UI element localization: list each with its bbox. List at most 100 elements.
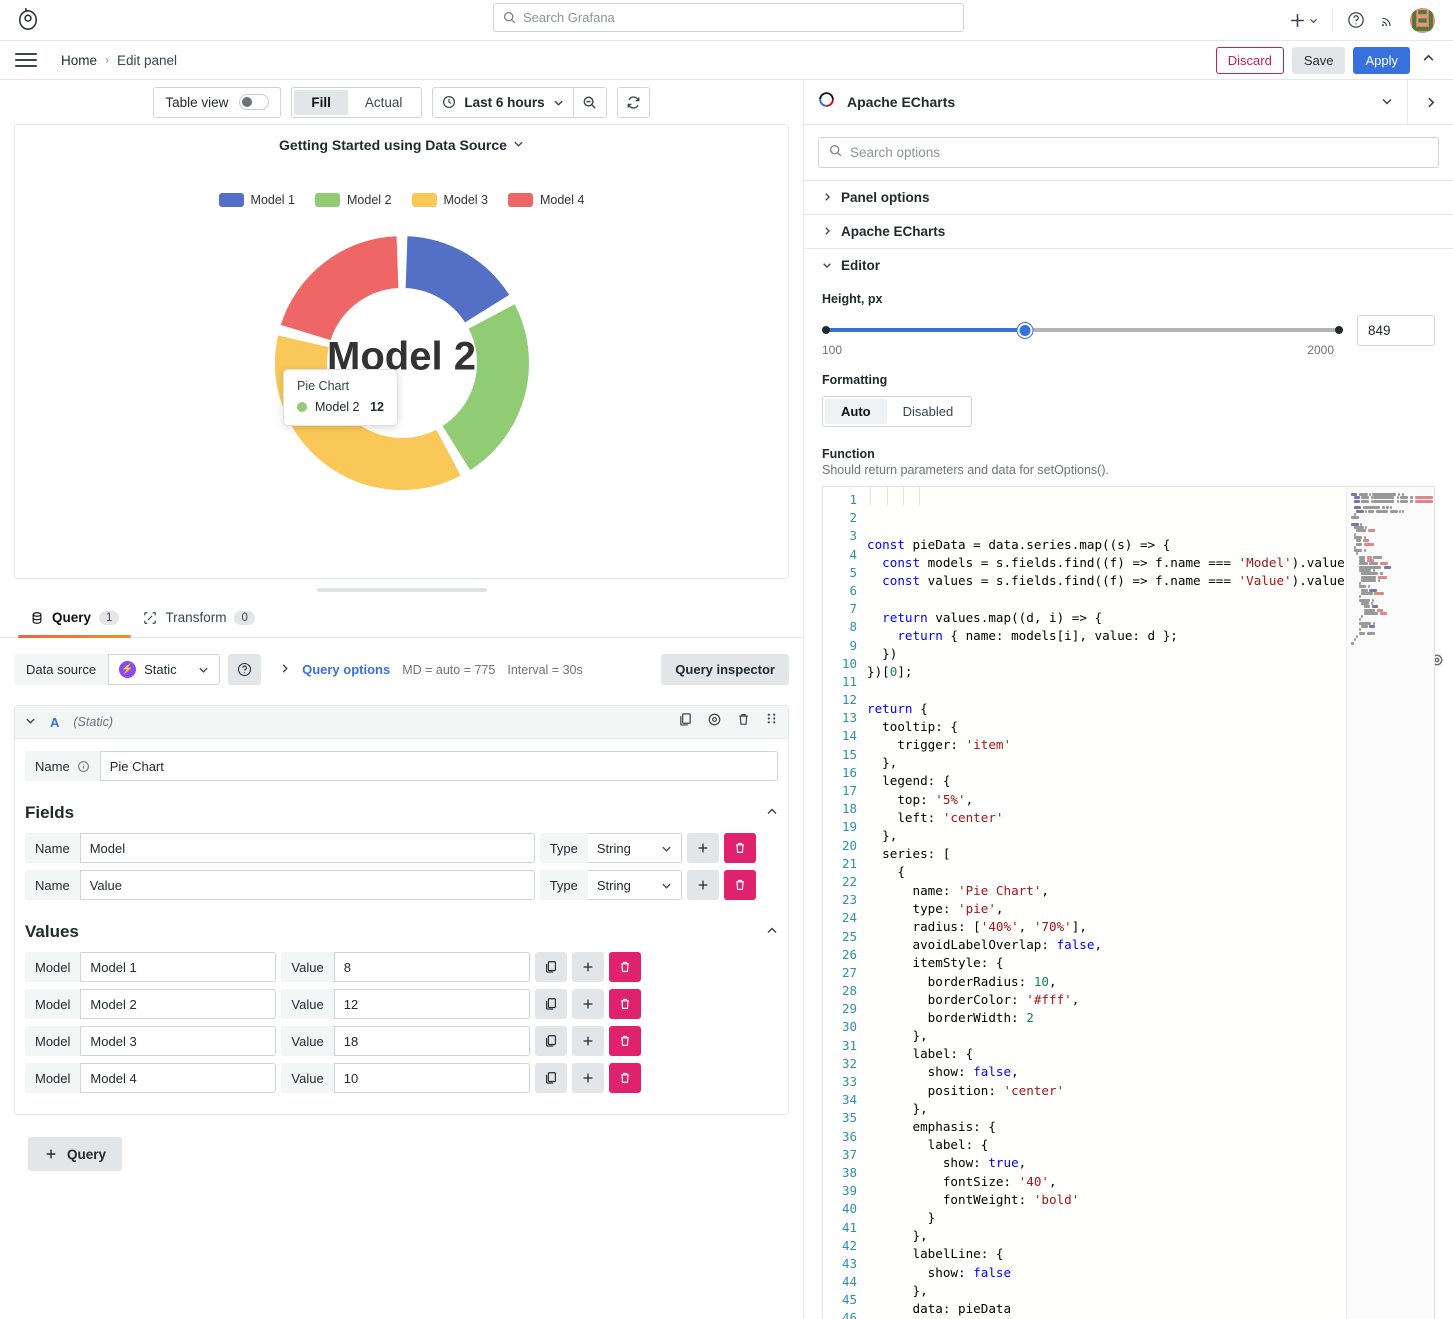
height-slider[interactable] [822,318,1343,344]
tab-transform[interactable]: Transform 0 [131,598,266,637]
code-content[interactable]: const pieData = data.series.map((s) => {… [867,487,1346,1319]
code-line[interactable]: data: pieData [867,1300,1346,1318]
close-options-pane-icon[interactable] [1407,80,1453,124]
add-value-button[interactable] [572,952,604,982]
search-box[interactable] [493,3,964,32]
code-line[interactable]: fontWeight: 'bold' [867,1191,1346,1209]
code-line[interactable]: return { [867,700,1346,718]
value-model-input[interactable] [80,1063,276,1093]
code-line[interactable]: emphasis: { [867,1118,1346,1136]
code-line[interactable]: })[0]; [867,663,1346,681]
pie-slice[interactable] [441,303,530,472]
code-line[interactable]: radius: ['40%', '70%'], [867,918,1346,936]
delete-value-button[interactable] [609,1063,641,1093]
value-value-input[interactable] [334,952,530,982]
options-search[interactable] [804,125,1453,181]
query-name-input[interactable] [100,751,778,781]
code-line[interactable]: }) [867,645,1346,663]
field-type-select[interactable]: String [588,833,682,863]
code-line[interactable]: legend: { [867,772,1346,790]
delete-query-icon[interactable] [736,712,751,732]
add-query-button[interactable]: Query [28,1137,122,1171]
collapse-header-icon[interactable] [1418,52,1439,68]
collapse-query-icon[interactable] [25,713,36,731]
grafana-logo-icon[interactable] [0,8,56,32]
code-line[interactable]: top: '5%', [867,791,1346,809]
collapse-fields-icon[interactable] [766,806,778,821]
code-line[interactable]: }, [867,754,1346,772]
panel-resize-handle[interactable] [317,588,487,592]
query-inspector-button[interactable]: Query inspector [661,654,789,685]
search-input[interactable] [523,10,954,25]
change-visualization-icon[interactable] [1367,95,1407,110]
code-line[interactable]: }, [867,1227,1346,1245]
fit-actual-option[interactable]: Actual [348,90,420,115]
delete-field-button[interactable] [724,870,756,900]
code-line[interactable]: }, [867,1100,1346,1118]
table-view-toggle[interactable]: Table view [153,87,281,118]
legend-item[interactable]: Model 3 [412,193,488,207]
code-line[interactable]: const models = s.fields.find((f) => f.na… [867,554,1346,572]
time-range-picker[interactable]: Last 6 hours [432,87,573,118]
data-source-picker[interactable]: ⚡ Static [108,654,220,685]
avatar[interactable] [1410,8,1435,33]
code-line[interactable]: borderColor: '#fff', [867,991,1346,1009]
formatting-auto-option[interactable]: Auto [825,399,887,424]
refresh-button[interactable] [617,87,650,118]
global-search[interactable] [493,3,964,32]
legend-item[interactable]: Model 1 [219,193,295,207]
create-new-button[interactable] [1289,12,1318,29]
code-editor[interactable]: 1234567891011121314151617181920212223242… [822,486,1435,1319]
value-model-input[interactable] [80,1026,276,1056]
code-line[interactable]: label: { [867,1136,1346,1154]
value-value-input[interactable] [334,1063,530,1093]
code-line[interactable]: const values = s.fields.find((f) => f.na… [867,572,1346,590]
drag-query-handle-icon[interactable] [765,712,778,732]
pie-slice[interactable] [404,235,510,324]
duplicate-value-button[interactable] [535,1026,567,1056]
options-search-input[interactable] [850,145,1428,160]
zoom-out-time-button[interactable] [574,87,607,118]
pie-slice[interactable] [279,235,399,341]
add-value-button[interactable] [572,989,604,1019]
field-name-input[interactable] [80,833,535,863]
code-minimap[interactable] [1346,487,1434,1319]
delete-value-button[interactable] [609,1026,641,1056]
legend-item[interactable]: Model 4 [508,193,584,207]
panel-title[interactable]: Getting Started using Data Source [15,125,788,153]
code-line[interactable]: itemStyle: { [867,954,1346,972]
code-line[interactable] [867,682,1346,700]
formatting-disabled-option[interactable]: Disabled [887,399,970,424]
code-line[interactable]: labelLine: { [867,1245,1346,1263]
code-line[interactable]: const pieData = data.series.map((s) => { [867,536,1346,554]
code-line[interactable]: left: 'center' [867,809,1346,827]
value-model-input[interactable] [80,989,276,1019]
breadcrumb-home[interactable]: Home [61,53,97,68]
fit-fill-option[interactable]: Fill [294,90,348,115]
delete-value-button[interactable] [609,989,641,1019]
add-value-button[interactable] [572,1026,604,1056]
chevron-right-icon[interactable] [279,663,290,677]
code-line[interactable]: type: 'pie', [867,900,1346,918]
value-value-input[interactable] [334,1026,530,1056]
add-field-button[interactable] [687,870,719,900]
toggle-query-visibility-icon[interactable] [707,712,722,732]
editor-header[interactable]: Editor [804,249,1453,282]
menu-toggle-icon[interactable] [15,53,37,67]
help-circle-icon[interactable] [1347,11,1365,29]
apache-echarts-header[interactable]: Apache ECharts [804,215,1453,248]
table-view-switch[interactable] [239,94,269,110]
add-field-button[interactable] [687,833,719,863]
apply-button[interactable]: Apply [1353,47,1410,74]
code-line[interactable]: } [867,1209,1346,1227]
code-line[interactable]: name: 'Pie Chart', [867,882,1346,900]
code-line[interactable] [867,591,1346,609]
chevron-down-icon[interactable] [513,138,524,152]
collapse-values-icon[interactable] [766,925,778,940]
code-line[interactable]: show: false, [867,1063,1346,1081]
field-name-input[interactable] [80,870,535,900]
code-line[interactable]: tooltip: { [867,718,1346,736]
add-value-button[interactable] [572,1063,604,1093]
code-line[interactable]: borderRadius: 10, [867,973,1346,991]
code-line[interactable]: { [867,863,1346,881]
